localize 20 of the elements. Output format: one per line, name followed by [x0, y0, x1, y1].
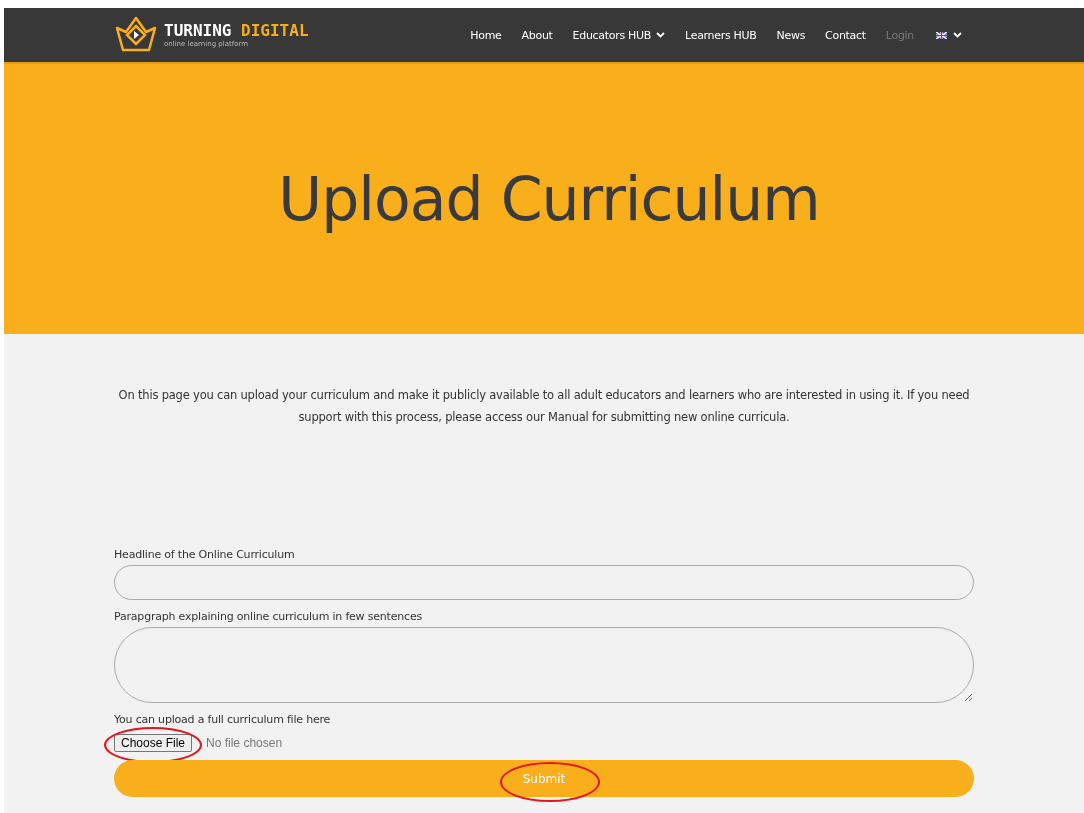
file-status: No file chosen — [206, 736, 283, 750]
intro-paragraph: On this page you can upload your curriculum and make it publicly available to all adult educators and learners who are interested in using it. If you need support with this process, please access our Manual for submitting new online curricula. — [117, 387, 971, 426]
nav-link[interactable]: News — [766, 28, 816, 42]
flag-icon — [936, 31, 947, 39]
nav-link[interactable]: Learners HUB — [675, 28, 767, 42]
nav-link[interactable]: About — [511, 28, 563, 42]
paragraph-field[interactable] — [114, 627, 974, 703]
page-title: Upload Curriculum — [278, 164, 820, 234]
nav-link[interactable]: Contact — [815, 28, 876, 42]
field-label: Headline of the Online Curriculum — [114, 548, 296, 561]
nav-link[interactable]: Educators HUB — [562, 28, 676, 42]
nav-link[interactable]: Home — [460, 28, 512, 42]
chevron-down-icon — [953, 32, 962, 38]
logo-icon — [114, 16, 158, 54]
choose-file-button[interactable]: Choose File — [114, 734, 193, 752]
headline-field[interactable] — [114, 565, 974, 600]
field-label: Parapgraph explaining online curriculum in few sentences — [114, 610, 423, 623]
field-label: You can upload a full curriculum file here — [114, 713, 332, 726]
chevron-down-icon — [656, 32, 666, 38]
brand-name: TURNING DIGITAL — [164, 22, 309, 39]
